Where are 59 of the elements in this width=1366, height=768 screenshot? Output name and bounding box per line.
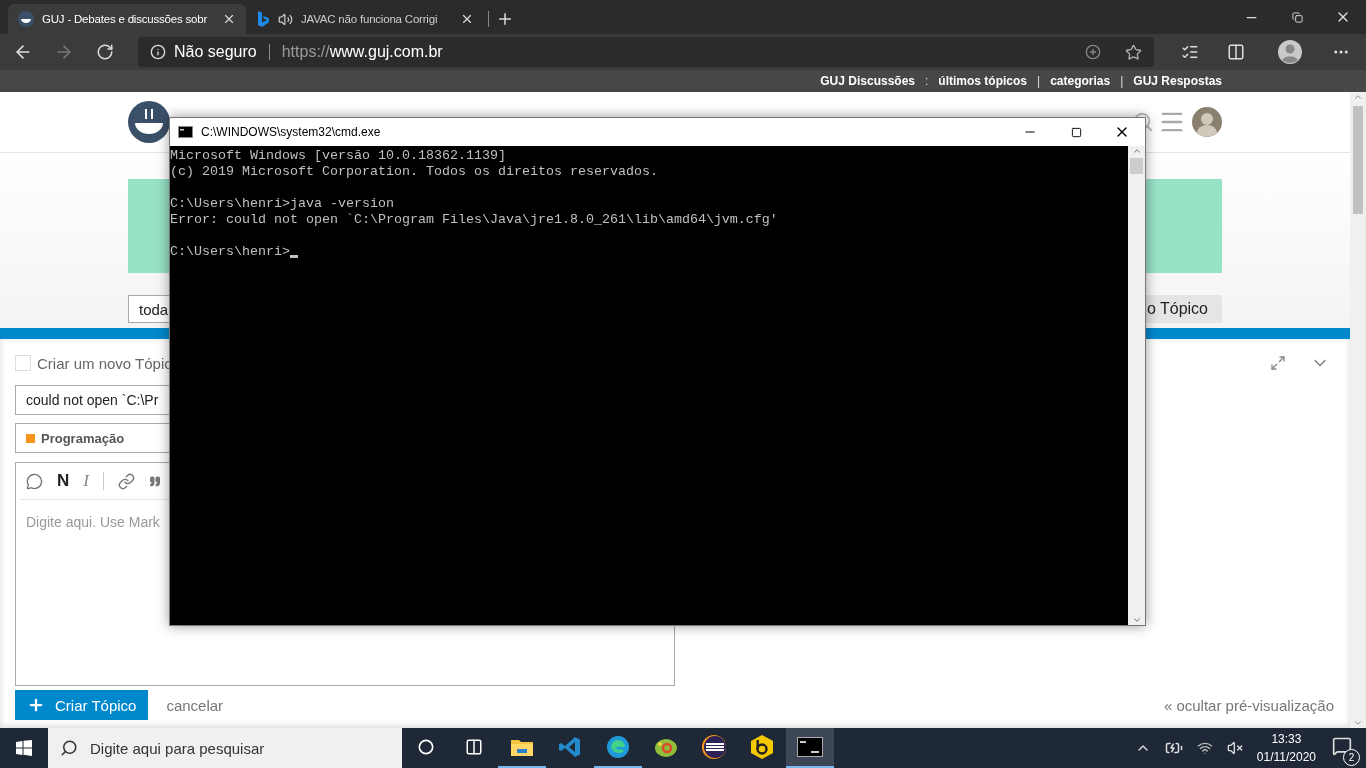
text-cursor xyxy=(290,255,298,258)
favorite-star-icon[interactable] xyxy=(1125,43,1142,61)
eclipse-icon xyxy=(701,734,727,760)
expand-icon[interactable] xyxy=(1270,355,1286,371)
code-editor-icon xyxy=(558,735,582,759)
site-logo-icon[interactable] xyxy=(128,101,170,143)
hide-preview-link[interactable]: « ocultar pré-visualização xyxy=(1163,696,1334,714)
link-icon[interactable] xyxy=(117,472,135,490)
speaker-icon[interactable] xyxy=(278,11,293,27)
nav-separator: | xyxy=(1037,74,1041,88)
scrollbar[interactable] xyxy=(1350,92,1366,728)
console-line: C:\Users\henri> xyxy=(170,244,290,260)
bold-button[interactable]: N xyxy=(57,471,70,491)
user-avatar[interactable] xyxy=(1192,107,1222,137)
avatar-placeholder xyxy=(15,355,31,371)
site-logo-icon xyxy=(18,11,34,27)
taskbar-app-button[interactable] xyxy=(786,728,834,768)
window-title: C:\WINDOWS\system32\cmd.exe xyxy=(201,125,381,139)
plus-icon xyxy=(27,696,45,714)
nav-separator: : xyxy=(925,74,929,88)
console-line: Microsoft Windows [versão 10.0.18362.1139] xyxy=(170,148,506,164)
browser-tab[interactable]: JAVAC não funciona Corrigi xyxy=(246,4,484,34)
create-topic-button[interactable]: Criar Tópico xyxy=(15,690,149,720)
hexagon-app-icon xyxy=(750,734,774,760)
site-nav-link[interactable]: categorias xyxy=(1050,74,1111,88)
search-engine-icon xyxy=(256,10,270,28)
clock-date[interactable]: 01/11/2020 xyxy=(1256,750,1316,764)
terminal-icon xyxy=(797,737,823,757)
folder-icon xyxy=(510,737,534,757)
terminal-icon xyxy=(178,126,193,138)
browser-tab[interactable]: GUJ - Debates e discussões sobr xyxy=(8,4,246,34)
console-line: Error: could not open `C:\Program Files\Java\jre1.8.0_261\lib\amd64\jvm.cfg' xyxy=(170,212,778,228)
wifi-icon[interactable] xyxy=(1196,740,1213,756)
scroll-down-icon[interactable] xyxy=(1131,615,1142,625)
browser-icon xyxy=(606,735,630,759)
add-icon[interactable] xyxy=(1085,44,1101,60)
close-tab-icon[interactable] xyxy=(222,12,236,26)
scrollbar[interactable] xyxy=(1128,146,1145,625)
close-tab-icon[interactable] xyxy=(460,12,474,26)
console-line: C:\Users\henri>java -version xyxy=(170,196,394,212)
profile-avatar-icon[interactable] xyxy=(1278,40,1302,64)
nav-separator: | xyxy=(1120,74,1124,88)
scroll-thumb[interactable] xyxy=(1353,106,1363,214)
notification-badge: 2 xyxy=(1343,749,1360,766)
scroll-thumb[interactable] xyxy=(1130,158,1143,174)
italic-button[interactable]: I xyxy=(83,471,89,491)
scroll-up-icon[interactable] xyxy=(1131,146,1142,156)
site-nav-link[interactable]: GUJ Discussões xyxy=(820,74,915,88)
site-nav-link[interactable]: últimos tópicos xyxy=(938,74,1027,88)
taskbar-search-field[interactable]: Digite aqui para pesquisar xyxy=(48,728,402,768)
address-bar[interactable]: Não seguro https://www.guj.com.br xyxy=(138,37,1154,67)
info-icon xyxy=(150,44,166,60)
search-icon xyxy=(60,739,78,757)
clock-time[interactable]: 13:33 xyxy=(1271,732,1302,746)
comment-icon[interactable] xyxy=(26,472,43,490)
console-line: (c) 2019 Microsoft Corporation. Todos os direitos reservados. xyxy=(170,164,658,180)
cancel-link[interactable]: cancelar xyxy=(166,696,224,714)
site-nav-link[interactable]: GUJ Respostas xyxy=(1133,74,1222,88)
mute-icon[interactable] xyxy=(1226,740,1243,756)
